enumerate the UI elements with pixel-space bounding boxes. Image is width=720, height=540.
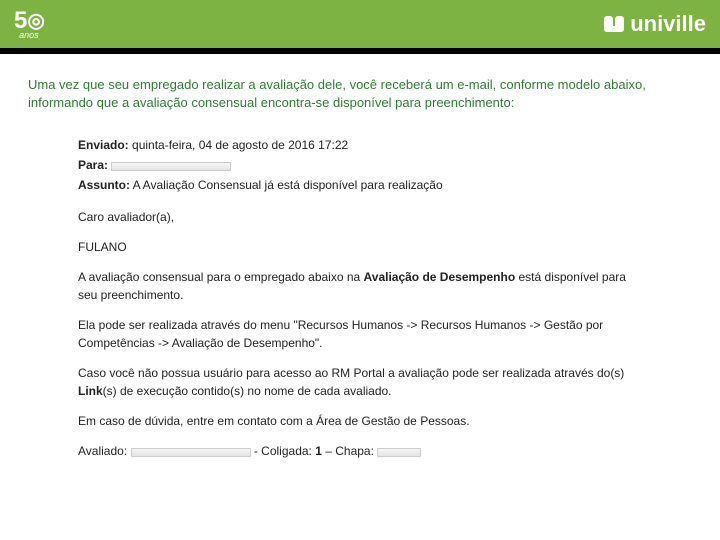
email-paragraph-1: A avaliação consensual para o empregado …	[78, 268, 642, 304]
email-salutation: Caro avaliador(a),	[78, 208, 642, 226]
email-paragraph-2: Ela pode ser realizada através do menu "…	[78, 316, 642, 352]
redacted-avaliado	[131, 448, 251, 457]
email-p1-a: A avaliação consensual para o empregado …	[78, 270, 364, 284]
email-name: FULANO	[78, 238, 642, 256]
univille-icon	[602, 12, 626, 36]
email-subject-line: Assunto: A Avaliação Consensual já está …	[78, 176, 642, 194]
redacted-chapa	[377, 448, 421, 457]
logo-50-anos: 5 ◎ anos	[14, 9, 44, 40]
email-sent-line: Enviado: quinta-feira, 04 de agosto de 2…	[78, 136, 642, 154]
email-subject-label: Assunto:	[78, 178, 130, 192]
email-sent-value: quinta-feira, 04 de agosto de 2016 17:22	[132, 138, 348, 152]
page-header: 5 ◎ anos univille	[0, 0, 720, 48]
coligada-value: 1	[315, 444, 322, 458]
email-p3-a: Caso você não possua usuário para acesso…	[78, 366, 624, 380]
email-p3-bold: Link	[78, 384, 103, 398]
logo-50-digit: 5	[14, 9, 26, 33]
email-p3-c: (s) de execução contido(s) no nome de ca…	[103, 384, 392, 398]
email-preview: Enviado: quinta-feira, 04 de agosto de 2…	[0, 122, 720, 460]
email-paragraph-3: Caso você não possua usuário para acesso…	[78, 364, 642, 400]
email-paragraph-4: Em caso de dúvida, entre em contato com …	[78, 412, 642, 430]
logo-univille-text: univille	[630, 11, 706, 37]
redacted-recipient	[111, 162, 231, 171]
email-p1-bold: Avaliação de Desempenho	[364, 270, 516, 284]
email-avaliado-line: Avaliado: - Coligada: 1 – Chapa:	[78, 442, 642, 460]
avaliado-label: Avaliado:	[78, 444, 127, 458]
intro-text: Uma vez que seu empregado realizar a ava…	[0, 54, 720, 122]
coligada-label: - Coligada:	[254, 444, 315, 458]
logo-50-subtext: anos	[19, 31, 39, 40]
chapa-label: – Chapa:	[322, 444, 377, 458]
email-to-line: Para:	[78, 156, 642, 174]
logo-univille: univille	[602, 11, 706, 37]
email-subject-value: A Avaliação Consensual já está disponíve…	[133, 178, 443, 192]
email-sent-label: Enviado:	[78, 138, 129, 152]
logo-50-swirl-icon: ◎	[27, 11, 43, 31]
email-to-label: Para:	[78, 158, 108, 172]
